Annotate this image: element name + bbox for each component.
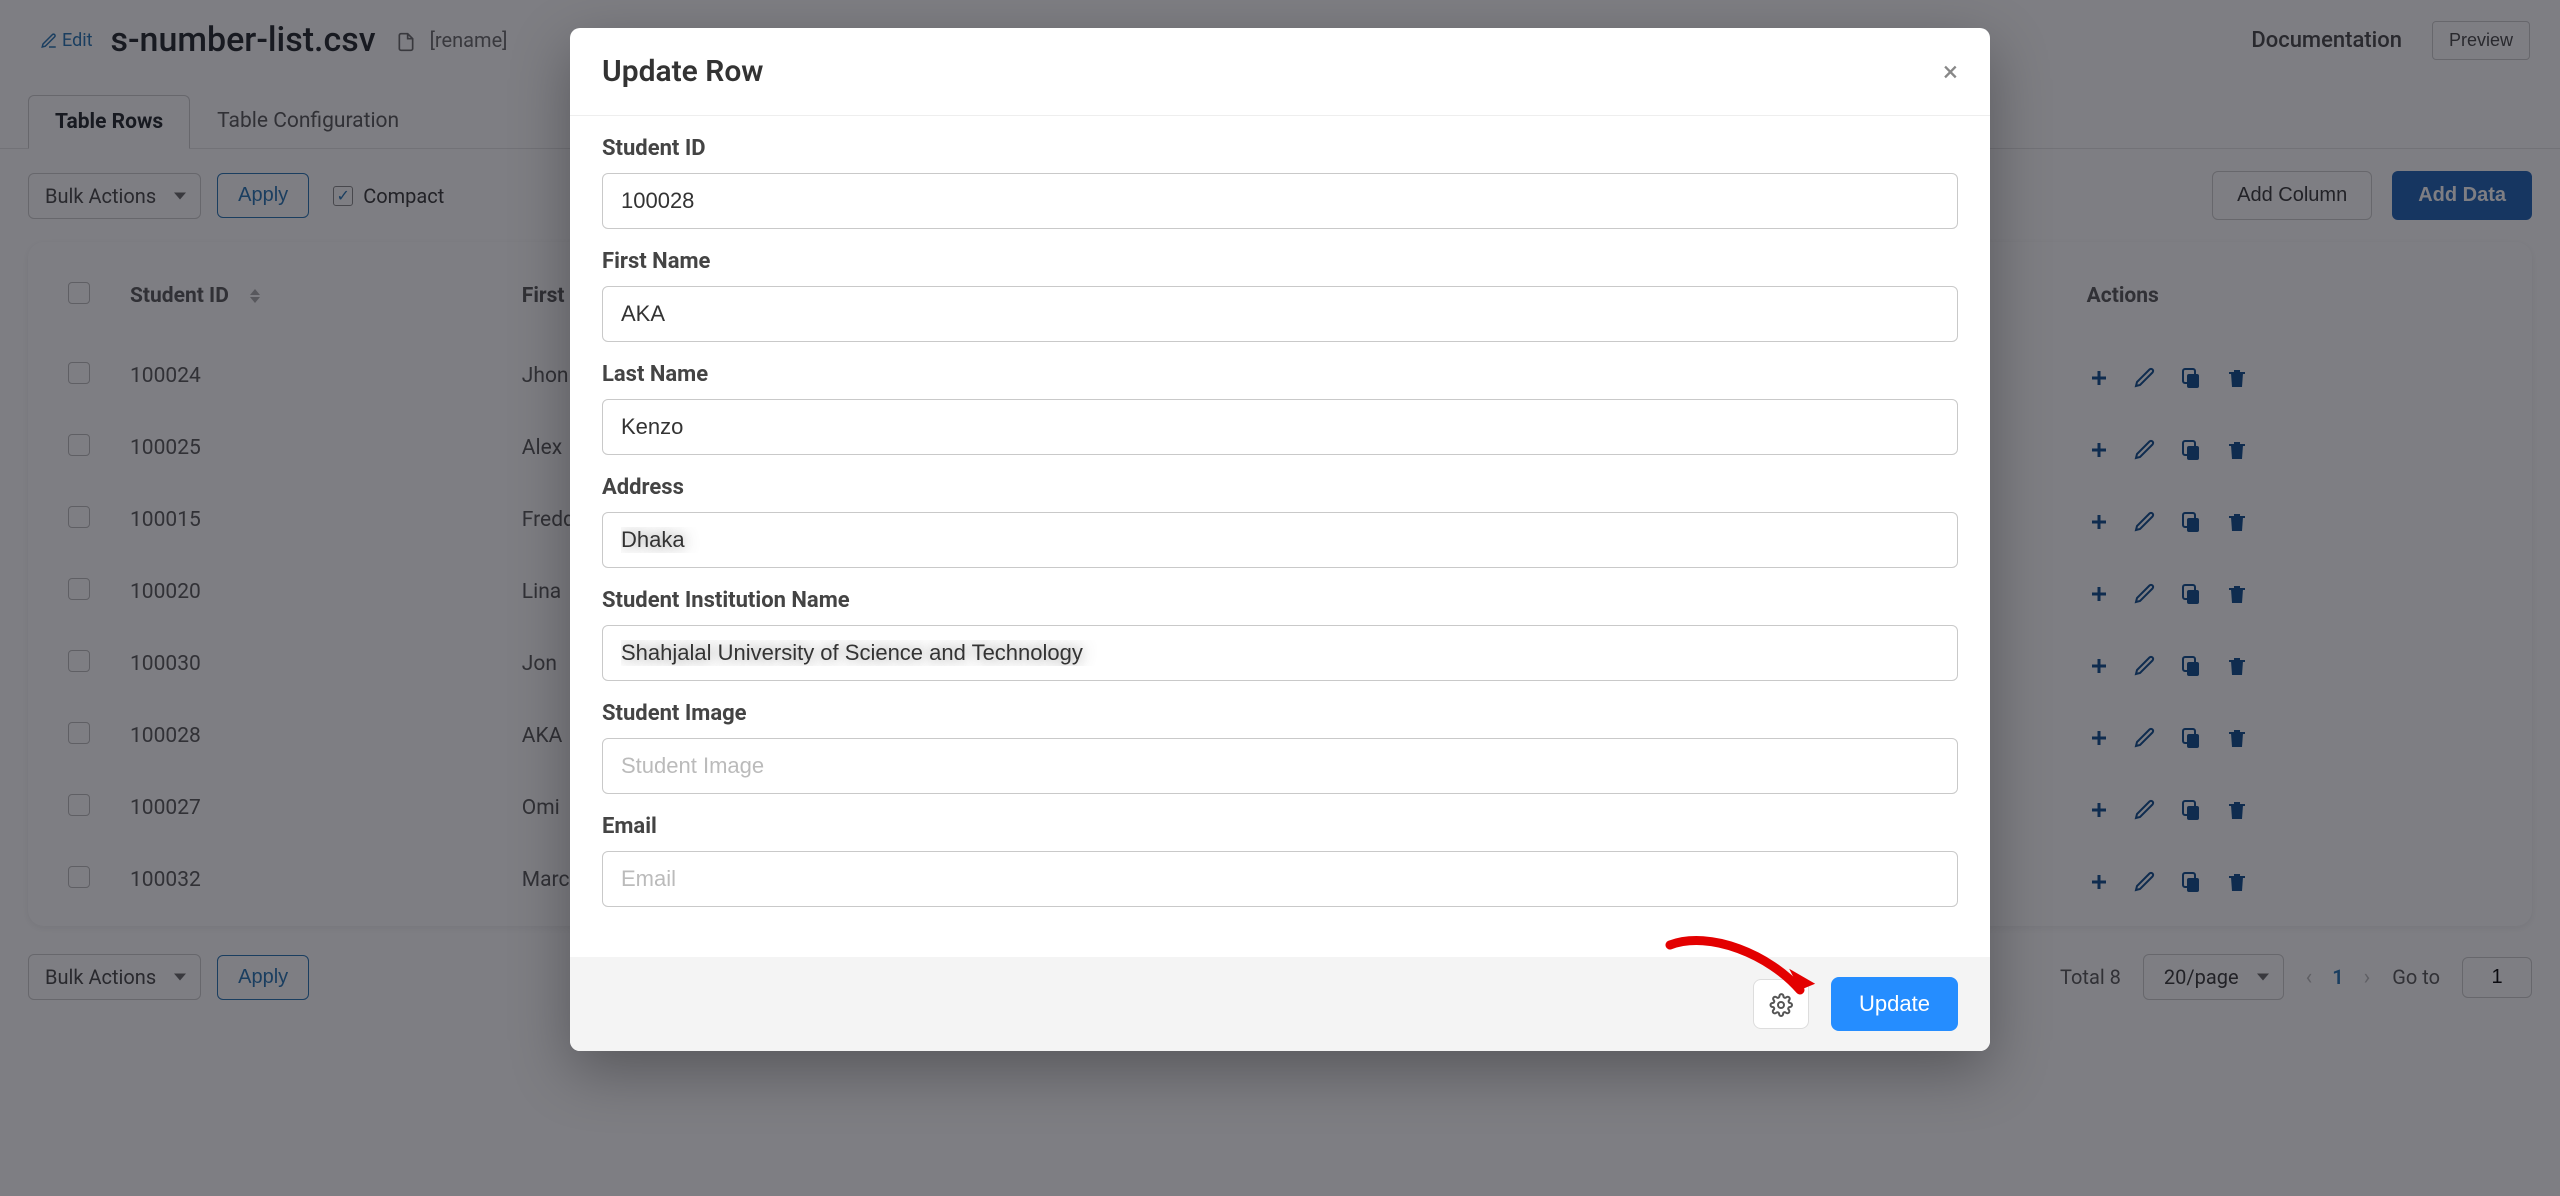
gear-icon xyxy=(1769,990,1793,1018)
modal-overlay[interactable]: Update Row × Student ID First Name Last … xyxy=(0,0,2560,1196)
update-button[interactable]: Update xyxy=(1831,977,1958,1031)
input-last-name[interactable] xyxy=(602,399,1958,455)
label-image: Student Image xyxy=(602,701,1958,726)
input-student-id[interactable] xyxy=(602,173,1958,229)
label-student-id: Student ID xyxy=(602,136,1958,161)
label-last-name: Last Name xyxy=(602,362,1958,387)
input-institution[interactable] xyxy=(602,625,1958,681)
input-address[interactable] xyxy=(602,512,1958,568)
label-email: Email xyxy=(602,814,1958,839)
close-icon[interactable]: × xyxy=(1943,58,1958,86)
modal-title: Update Row xyxy=(602,54,763,89)
label-address: Address xyxy=(602,475,1958,500)
input-student-image[interactable] xyxy=(602,738,1958,794)
label-first-name: First Name xyxy=(602,249,1958,274)
label-institution: Student Institution Name xyxy=(602,588,1958,613)
input-first-name[interactable] xyxy=(602,286,1958,342)
input-email[interactable] xyxy=(602,851,1958,907)
update-row-modal: Update Row × Student ID First Name Last … xyxy=(570,28,1990,1051)
settings-button[interactable] xyxy=(1753,979,1809,1029)
